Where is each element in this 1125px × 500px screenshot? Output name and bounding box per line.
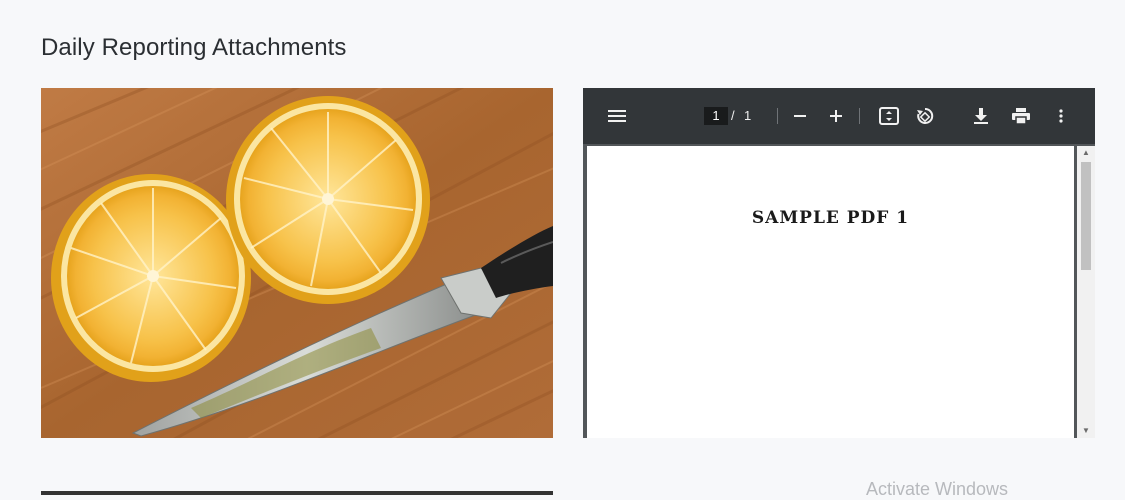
page-total: 1 <box>744 108 752 123</box>
page-separator: / <box>731 108 735 123</box>
scroll-up-arrow-icon[interactable]: ▲ <box>1077 146 1095 160</box>
page-title: Daily Reporting Attachments <box>41 34 347 61</box>
more-vertical-icon[interactable] <box>1049 104 1073 128</box>
pdf-toolbar: / 1 <box>583 88 1095 144</box>
toolbar-divider <box>777 108 778 124</box>
menu-icon[interactable] <box>605 104 629 128</box>
pdf-page-text: SAMPLE PDF 1 <box>751 208 910 228</box>
print-icon[interactable] <box>1009 104 1033 128</box>
image-attachment[interactable] <box>41 88 553 438</box>
scroll-thumb[interactable] <box>1081 162 1091 270</box>
rotate-icon[interactable] <box>913 104 937 128</box>
minus-icon[interactable] <box>788 104 812 128</box>
download-icon[interactable] <box>969 104 993 128</box>
os-watermark: Activate Windows <box>866 479 1009 499</box>
next-attachment-card <box>41 491 553 495</box>
toolbar-divider <box>859 108 860 124</box>
plus-icon[interactable] <box>824 104 848 128</box>
fit-page-icon[interactable] <box>877 104 901 128</box>
scroll-down-arrow-icon[interactable]: ▼ <box>1077 424 1095 438</box>
page-number-input[interactable] <box>704 107 728 125</box>
lemon-photo <box>41 88 553 438</box>
pdf-viewer[interactable]: / 1 SAMPLE PDF 1 ▲ ▼ <box>583 88 1095 438</box>
pdf-scrollbar[interactable]: ▲ ▼ <box>1077 146 1095 438</box>
pdf-page: SAMPLE PDF 1 <box>587 146 1074 438</box>
